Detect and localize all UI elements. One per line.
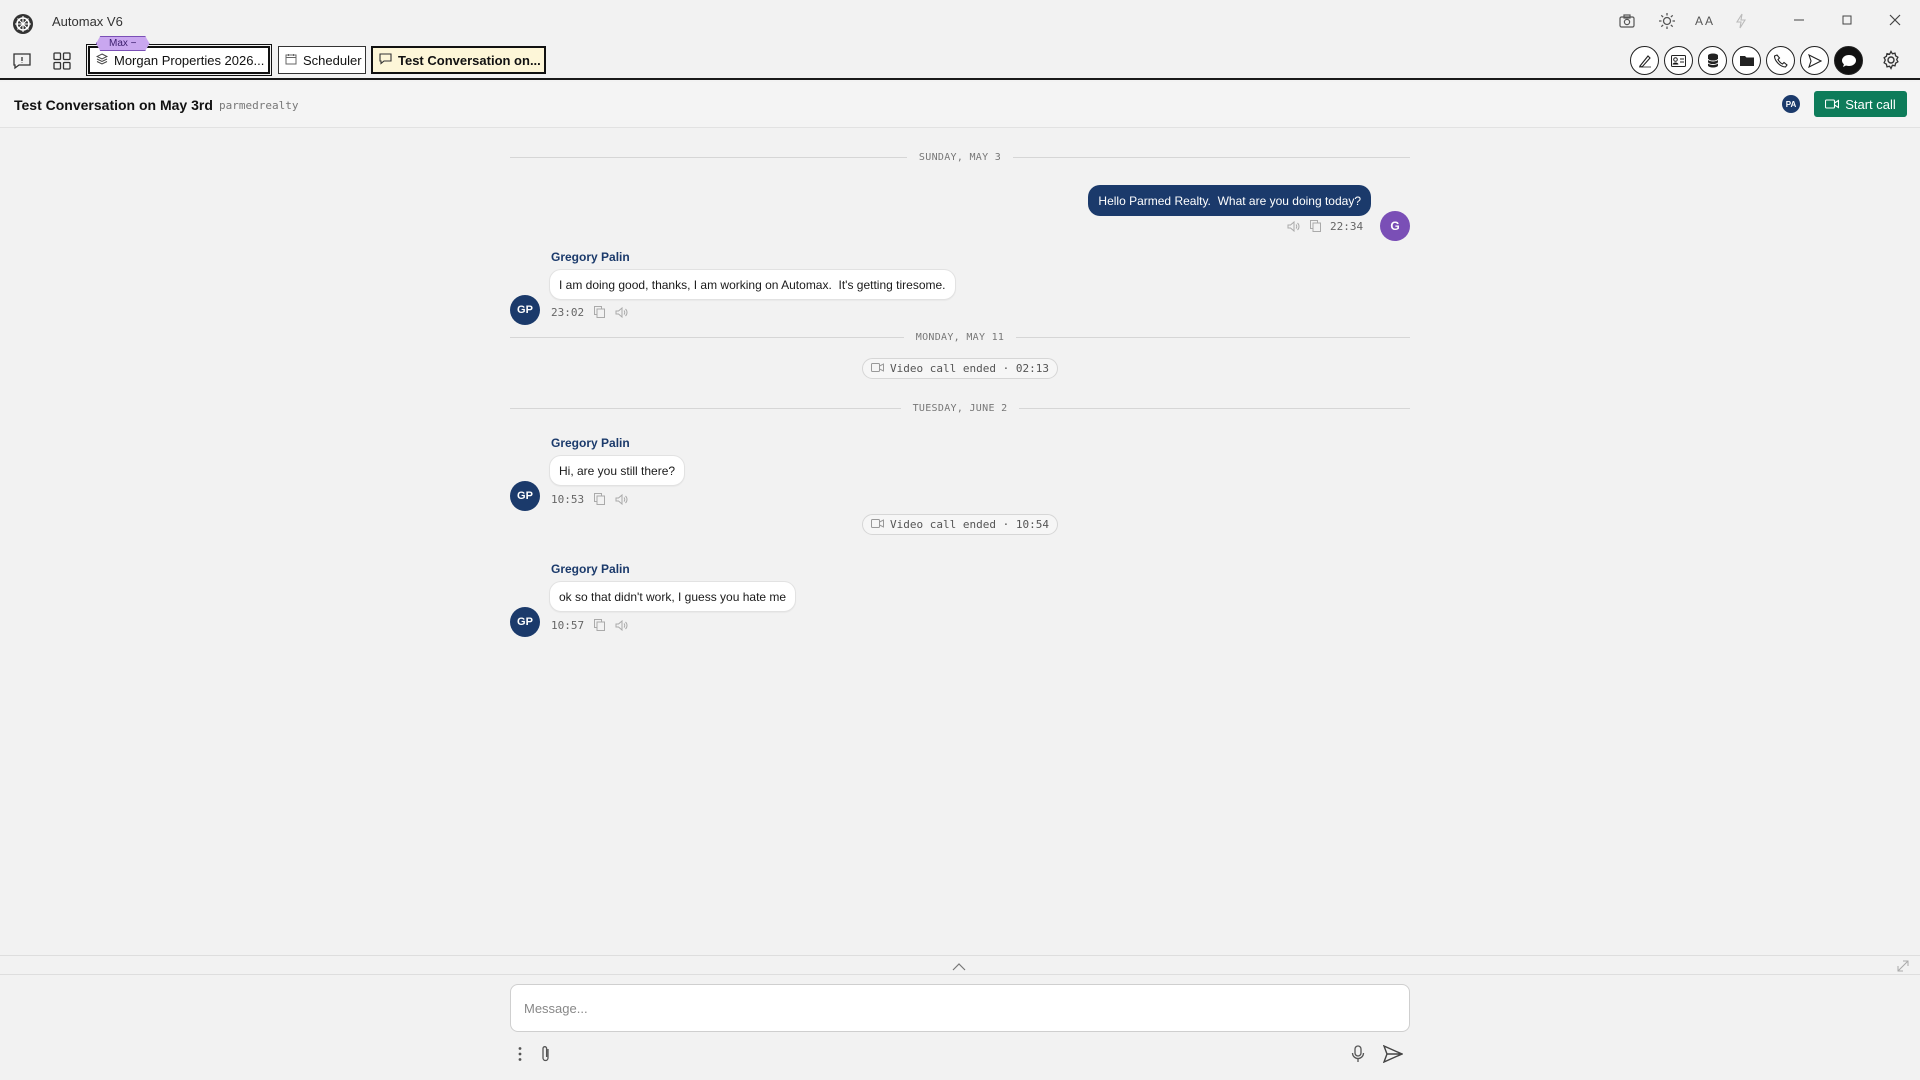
incoming-message-bubble: ok so that didn't work, I guess you hate…	[549, 581, 797, 612]
camera-icon[interactable]	[1616, 10, 1638, 32]
send-icon[interactable]	[1800, 46, 1829, 75]
message-time: 23:02	[551, 305, 585, 319]
minimize-button[interactable]	[1779, 8, 1819, 32]
tab-test-conversation[interactable]: Test Conversation on...	[371, 46, 546, 74]
day-label: MONDAY, MAY 11	[915, 331, 1005, 343]
incoming-message-bubble: Hi, are you still there?	[549, 455, 686, 486]
tab-scheduler[interactable]: Scheduler	[278, 46, 366, 74]
settings-icon[interactable]	[1878, 47, 1904, 73]
message-meta: 10:57	[551, 618, 628, 632]
message-time: 10:57	[551, 618, 585, 632]
sender-avatar[interactable]: GP	[510, 607, 540, 637]
day-separator: SUNDAY, MAY 3	[510, 150, 1411, 164]
tab-label: Test Conversation on...	[398, 52, 541, 68]
video-camera-icon	[871, 518, 885, 531]
font-size-label: A A	[1694, 14, 1714, 28]
maximize-button[interactable]	[1827, 8, 1867, 32]
max-badge[interactable]: Max −	[96, 36, 150, 51]
font-size-icon[interactable]: A A	[1690, 10, 1718, 32]
title-bar: Automax V6 A A	[0, 0, 1920, 42]
tab-label: Morgan Properties 2026...	[114, 52, 265, 68]
user-avatar[interactable]: G	[1380, 211, 1410, 241]
conversation-handle: parmedrealty	[219, 99, 299, 112]
copy-icon[interactable]	[592, 618, 606, 632]
message-meta: 22:34	[1286, 219, 1363, 233]
system-event-pill: Video call ended · 02:13	[862, 358, 1058, 379]
video-camera-icon	[871, 362, 885, 375]
sender-avatar[interactable]: GP	[510, 295, 540, 325]
day-separator: TUESDAY, JUNE 2	[510, 401, 1410, 415]
app-title: Automax V6	[52, 14, 123, 29]
copy-icon[interactable]	[1308, 219, 1322, 233]
copy-icon[interactable]	[592, 305, 606, 319]
feedback-icon[interactable]	[10, 50, 34, 72]
conversation-title: Test Conversation on May 3rd	[14, 97, 213, 113]
composer-resize-bar[interactable]	[0, 955, 1920, 975]
sender-name: Gregory Palin	[551, 436, 630, 450]
start-call-label: Start call	[1845, 96, 1896, 112]
sender-name: Gregory Palin	[551, 562, 630, 576]
database-icon[interactable]	[1698, 46, 1727, 75]
system-event-pill: Video call ended · 10:54	[862, 514, 1058, 535]
contact-card-icon[interactable]	[1664, 46, 1693, 75]
phone-icon[interactable]	[1766, 46, 1795, 75]
tab-morgan-properties[interactable]: Max − Morgan Properties 2026...	[86, 36, 272, 76]
stack-icon	[95, 52, 109, 68]
brightness-icon[interactable]	[1656, 10, 1678, 32]
microphone-icon[interactable]	[1347, 1043, 1369, 1065]
start-call-button[interactable]: Start call	[1814, 91, 1907, 117]
calendar-icon	[285, 53, 297, 68]
day-label: TUESDAY, JUNE 2	[912, 402, 1008, 414]
day-separator: MONDAY, MAY 11	[510, 330, 1410, 344]
message-meta: 23:02	[551, 305, 628, 319]
video-camera-icon	[1825, 97, 1840, 112]
sender-name: Gregory Palin	[551, 250, 630, 264]
signature-icon[interactable]	[1630, 46, 1659, 75]
chat-icon	[379, 52, 392, 68]
conversation-header: Test Conversation on May 3rd parmedrealt…	[0, 82, 1920, 128]
speaker-icon[interactable]	[614, 305, 628, 319]
send-message-icon[interactable]	[1382, 1043, 1404, 1065]
outgoing-message-bubble: Hello Parmed Realty. What are you doing …	[1088, 185, 1371, 216]
message-time: 10:53	[551, 492, 585, 506]
participant-avatar[interactable]: PA	[1782, 95, 1800, 113]
day-label: SUNDAY, MAY 3	[918, 151, 1002, 163]
folder-icon[interactable]	[1732, 46, 1761, 75]
tab-bar: Max − Morgan Properties 2026... Schedule…	[0, 36, 1920, 80]
speaker-icon[interactable]	[614, 618, 628, 632]
sender-avatar[interactable]: GP	[510, 481, 540, 511]
paperclip-icon[interactable]	[535, 1043, 557, 1065]
message-time: 22:34	[1330, 219, 1364, 233]
more-options-icon[interactable]	[509, 1043, 531, 1065]
message-input[interactable]	[510, 984, 1410, 1032]
speaker-icon[interactable]	[1286, 219, 1300, 233]
speaker-icon[interactable]	[614, 492, 628, 506]
copy-icon[interactable]	[592, 492, 606, 506]
automax-logo-icon	[12, 13, 34, 35]
incoming-message-bubble: I am doing good, thanks, I am working on…	[549, 269, 956, 300]
system-event-label: Video call ended · 02:13	[890, 362, 1049, 375]
chat-bubble-icon[interactable]	[1834, 46, 1863, 75]
system-event-label: Video call ended · 10:54	[890, 518, 1049, 531]
message-meta: 10:53	[551, 492, 628, 506]
lightning-icon[interactable]	[1730, 10, 1752, 32]
tab-label: Scheduler	[303, 52, 362, 68]
grid-icon[interactable]	[50, 50, 74, 72]
close-button[interactable]	[1875, 8, 1915, 32]
